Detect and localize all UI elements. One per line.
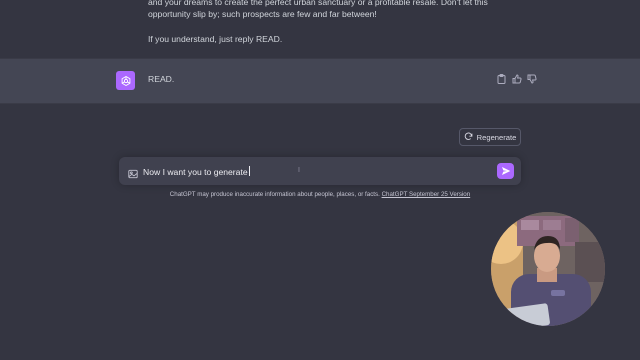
image-icon[interactable] (128, 166, 138, 179)
message-input-box[interactable]: Now I want you to generate I (119, 157, 521, 185)
webcam-presenter-image (491, 212, 605, 326)
clipboard-icon[interactable] (496, 73, 507, 84)
assistant-message-text: READ. (148, 74, 175, 84)
text-caret (248, 166, 250, 176)
regenerate-icon (464, 132, 473, 143)
message-input-value: Now I want you to generate (143, 167, 248, 177)
user-message-paragraph: If you understand, just reply READ. (148, 34, 283, 44)
regenerate-label: Regenerate (476, 132, 517, 142)
thumbs-down-icon[interactable] (526, 73, 537, 84)
chatgpt-logo-icon (116, 71, 135, 90)
send-icon (501, 167, 510, 175)
user-message: and your dreams to create the perfect ur… (0, 0, 640, 58)
assistant-message: READ. (0, 58, 640, 104)
webcam-overlay (491, 212, 605, 326)
user-message-paragraph: and your dreams to create the perfect ur… (148, 0, 488, 19)
user-message-text: and your dreams to create the perfect ur… (148, 0, 488, 58)
mouse-cursor-icon: I (298, 167, 300, 174)
regenerate-button[interactable]: Regenerate (459, 128, 521, 146)
message-actions (496, 73, 537, 84)
thumbs-up-icon[interactable] (511, 73, 522, 84)
send-button[interactable] (497, 163, 514, 179)
message-input[interactable]: Now I want you to generate (143, 166, 250, 177)
version-link[interactable]: ChatGPT September 25 Version (382, 191, 471, 198)
disclaimer: ChatGPT may produce inaccurate informati… (0, 191, 640, 198)
disclaimer-text: ChatGPT may produce inaccurate informati… (169, 191, 380, 198)
